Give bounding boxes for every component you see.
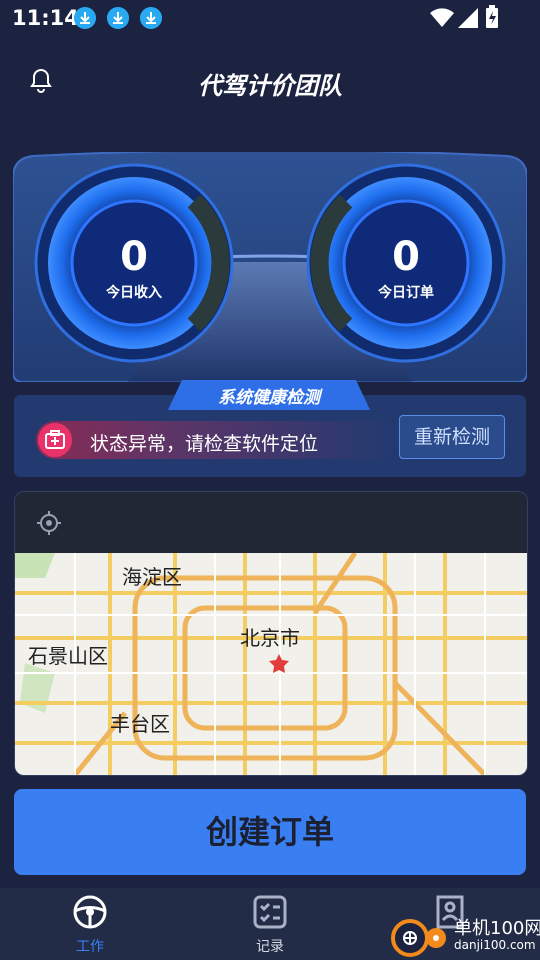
map-header [15, 492, 527, 553]
alert-text: 状态异常，请检查软件定位 [90, 433, 319, 455]
tab-records[interactable]: 记录 [230, 888, 310, 960]
page-title: 代驾计价团队 [198, 72, 342, 100]
map-card: 海淀区 北京市 石景山区 丰台区 [14, 491, 528, 776]
income-label: 今日收入 [106, 285, 162, 301]
health-title: 系统健康检测 [218, 388, 320, 408]
income-value: 0 [120, 234, 148, 280]
recheck-button[interactable]: 重新检测 [399, 415, 505, 459]
status-bar: 11:14 [0, 0, 540, 36]
create-order-button[interactable]: 创建订单 [14, 789, 526, 875]
watermark-text: 单机100网 [454, 918, 540, 939]
watermark: 单机100网 danji100.com [388, 910, 540, 960]
download-icon [107, 7, 129, 29]
status-alert: 状态异常，请检查软件定位 [36, 421, 392, 459]
map-label-beijing: 北京市 [240, 626, 300, 650]
map-view[interactable]: 海淀区 北京市 石景山区 丰台区 [15, 551, 527, 775]
tab-label-records: 记录 [256, 939, 284, 955]
signal-icon [458, 8, 478, 28]
tab-label-work: 工作 [76, 939, 104, 955]
map-label-haidian: 海淀区 [122, 565, 182, 589]
medical-kit-icon [38, 423, 72, 457]
dashboard-panel: 0 今日收入 0 今日订单 [12, 149, 528, 383]
download-icon [140, 7, 162, 29]
orders-value: 0 [392, 234, 420, 280]
wifi-icon [430, 8, 454, 27]
steering-wheel-icon [73, 895, 107, 929]
orders-label: 今日订单 [378, 285, 434, 301]
checklist-icon [253, 895, 287, 929]
map-label-fengtai: 丰台区 [110, 712, 170, 736]
battery-icon [486, 5, 498, 28]
tab-work[interactable]: 工作 [50, 888, 130, 960]
app-bar: 代驾计价团队 [0, 50, 540, 110]
map-label-shijingshan: 石景山区 [28, 644, 108, 668]
watermark-logo-icon [391, 919, 446, 957]
locate-icon[interactable] [36, 510, 62, 536]
download-icon [74, 7, 96, 29]
watermark-url: danji100.com [454, 938, 536, 952]
status-time: 11:14 [12, 6, 79, 30]
